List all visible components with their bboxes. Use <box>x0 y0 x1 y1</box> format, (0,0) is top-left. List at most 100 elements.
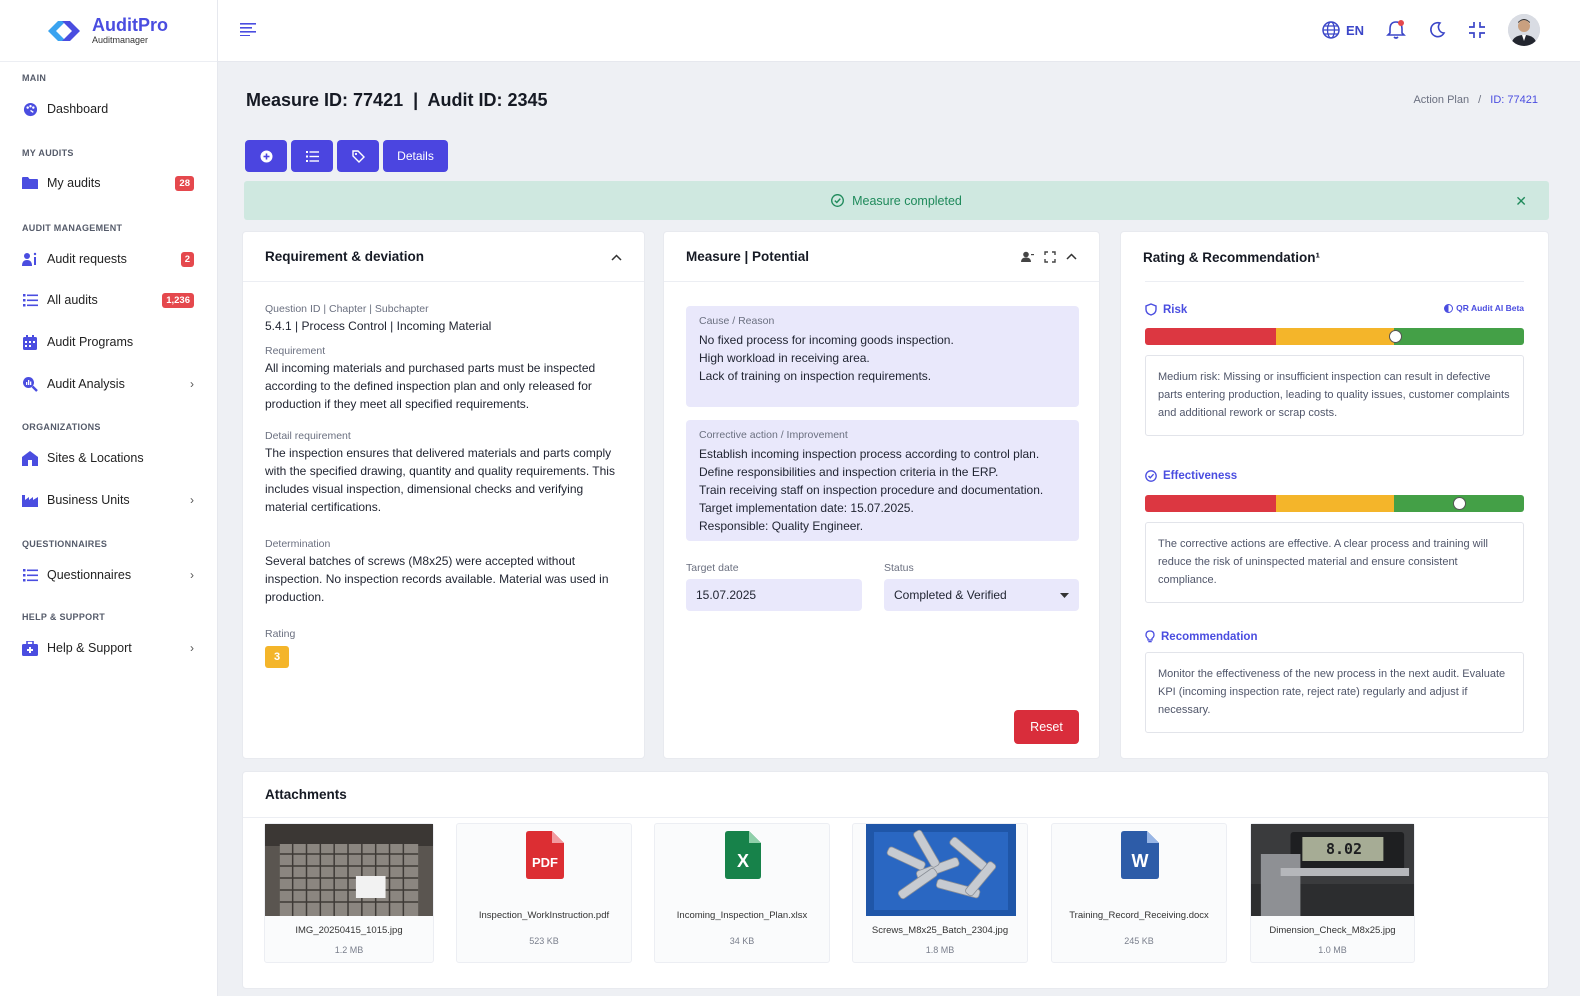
attachment-item[interactable]: 8.02 Dimension_Check_M8x25.jpg 1.0 MB <box>1250 823 1415 963</box>
collapse-chevron-up-icon[interactable] <box>1066 253 1077 260</box>
sidebar-item-audit-programs[interactable]: Audit Programs <box>22 331 194 353</box>
fullscreen-exit-icon[interactable] <box>1468 21 1486 39</box>
dashboard-icon <box>22 101 38 117</box>
nav-section-questionnaires: QUESTIONNAIRES <box>22 539 108 549</box>
auditpro-logo-icon <box>48 20 80 41</box>
expand-icon[interactable] <box>1044 250 1056 263</box>
language-label: EN <box>1345 22 1364 38</box>
tag-button[interactable] <box>337 140 379 172</box>
target-date-input[interactable]: 15.07.2025 <box>686 579 862 611</box>
target-date-label: Target date <box>686 562 739 574</box>
attachment-size: 523 KB <box>529 936 559 946</box>
language-selector[interactable]: EN <box>1322 21 1364 39</box>
cause-reason-box: Cause / Reason No fixed process for inco… <box>686 306 1079 407</box>
requirement-card: Requirement & deviation Question ID | Ch… <box>242 231 645 759</box>
effectiveness-text: The corrective actions are effective. A … <box>1145 522 1524 603</box>
divider <box>1145 281 1524 282</box>
effectiveness-gauge-knob[interactable] <box>1453 497 1467 510</box>
sidebar-item-audit-analysis[interactable]: Audit Analysis › <box>22 373 194 395</box>
sidebar-item-sites-locations[interactable]: Sites & Locations <box>22 447 194 469</box>
list-icon <box>305 150 319 162</box>
attachment-filename: Screws_M8x25_Batch_2304.jpg <box>871 925 1009 936</box>
shield-icon <box>1145 303 1157 316</box>
brand[interactable]: AuditPro Auditmanager <box>0 0 217 62</box>
rating-label: Rating <box>265 628 296 640</box>
attachment-size: 1.8 MB <box>925 945 955 955</box>
ai-half-circle-icon <box>1444 303 1454 313</box>
globe-icon <box>1322 21 1340 39</box>
effectiveness-label: Effectiveness <box>1163 470 1238 482</box>
sidebar-item-questionnaires[interactable]: Questionnaires › <box>22 564 194 586</box>
risk-gauge-knob[interactable] <box>1388 330 1402 343</box>
brand-sub: Auditmanager <box>92 34 149 45</box>
folder-icon <box>22 175 38 191</box>
question-label: Question ID | Chapter | Subchapter <box>265 303 429 315</box>
user-avatar[interactable] <box>1508 14 1540 46</box>
dark-mode-moon-icon[interactable] <box>1428 21 1446 39</box>
sidebar-item-all-audits[interactable]: All audits 1,236 <box>22 289 194 311</box>
card-title: Requirement & deviation <box>265 249 425 264</box>
details-button[interactable]: Details <box>383 140 448 172</box>
reset-button[interactable]: Reset <box>1014 710 1079 744</box>
risk-text: Medium risk: Missing or insufficient ins… <box>1145 355 1524 436</box>
risk-gauge <box>1145 328 1524 345</box>
action-line: Define responsibilities and inspection c… <box>699 465 999 479</box>
breadcrumb-current: ID: 77421 <box>1490 94 1538 106</box>
first-aid-icon <box>22 640 38 656</box>
nav-section-help: HELP & SUPPORT <box>22 612 106 622</box>
caret-down-icon <box>1060 592 1069 598</box>
sidebar-item-label: Audit requests <box>47 252 127 266</box>
sidebar-item-help-support[interactable]: Help & Support › <box>22 637 194 659</box>
photo-thumbnail-wire-basket <box>265 824 433 916</box>
cause-label: Cause / Reason <box>699 315 775 327</box>
close-icon[interactable]: ✕ <box>1515 193 1527 210</box>
action-line: Establish incoming inspection process ac… <box>699 447 1040 461</box>
collapse-chevron-up-icon[interactable] <box>611 249 622 264</box>
sidebar-item-label: Sites & Locations <box>47 451 144 465</box>
question-value: 5.4.1 | Process Control | Incoming Mater… <box>265 319 492 333</box>
assign-user-icon[interactable] <box>1021 251 1034 263</box>
attachment-filename: Dimension_Check_M8x25.jpg <box>1269 925 1396 936</box>
status-select[interactable]: Completed & Verified <box>884 579 1079 611</box>
search-chart-icon <box>22 376 38 392</box>
risk-label: Risk <box>1163 303 1188 316</box>
breadcrumb-parent[interactable]: Action Plan <box>1413 94 1469 106</box>
cause-line: No fixed process for incoming goods insp… <box>699 333 954 347</box>
effectiveness-title: Effectiveness <box>1145 470 1237 482</box>
list-view-button[interactable] <box>291 140 333 172</box>
sidebar-item-business-units[interactable]: Business Units › <box>22 489 194 511</box>
attachment-item[interactable]: Screws_M8x25_Batch_2304.jpg 1.8 MB <box>852 823 1028 963</box>
chevron-right-icon: › <box>190 493 194 507</box>
attachment-item[interactable]: IMG_20250415_1015.jpg 1.2 MB <box>264 823 434 963</box>
attachment-item[interactable]: X Incoming_Inspection_Plan.xlsx 34 KB <box>654 823 830 963</box>
check-circle-icon <box>1145 470 1157 482</box>
chevron-right-icon: › <box>190 377 194 391</box>
breadcrumb: Action Plan / ID: 77421 <box>1413 94 1538 106</box>
menu-toggle-icon[interactable] <box>240 22 256 36</box>
excel-icon-text: X <box>736 851 749 871</box>
corrective-action-box: Corrective action / Improvement Establis… <box>686 420 1079 541</box>
attachment-size: 34 KB <box>729 936 755 946</box>
recommendation-label: Recommendation <box>1161 630 1258 643</box>
attachment-size: 245 KB <box>1124 936 1154 946</box>
sidebar-item-my-audits[interactable]: My audits 28 <box>22 172 194 194</box>
attachment-item[interactable]: PDF Inspection_WorkInstruction.pdf 523 K… <box>456 823 632 963</box>
success-alert: Measure completed ✕ <box>244 181 1549 220</box>
lightbulb-icon <box>1145 630 1155 643</box>
breadcrumb-separator: / <box>1478 94 1482 106</box>
add-button[interactable] <box>245 140 287 172</box>
notification-bell-icon[interactable] <box>1386 20 1406 40</box>
caliper-display-reading: 8.02 <box>1325 840 1363 858</box>
brand-name: AuditPro <box>92 14 168 35</box>
determination-value: Several batches of screws (M8x25) were a… <box>265 554 609 604</box>
sidebar-item-audit-requests[interactable]: Audit requests 2 <box>22 248 194 270</box>
attachment-item[interactable]: W Training_Record_Receiving.docx 245 KB <box>1051 823 1227 963</box>
risk-title: Risk <box>1145 303 1187 316</box>
sidebar-item-dashboard[interactable]: Dashboard <box>22 98 194 120</box>
chevron-right-icon: › <box>190 568 194 582</box>
photo-thumbnail-screws <box>866 824 1016 916</box>
effectiveness-gauge <box>1145 495 1524 512</box>
action-label: Corrective action / Improvement <box>699 429 848 441</box>
sidebar-item-label: Dashboard <box>47 102 109 116</box>
requirement-value: All incoming materials and purchased par… <box>265 361 596 411</box>
